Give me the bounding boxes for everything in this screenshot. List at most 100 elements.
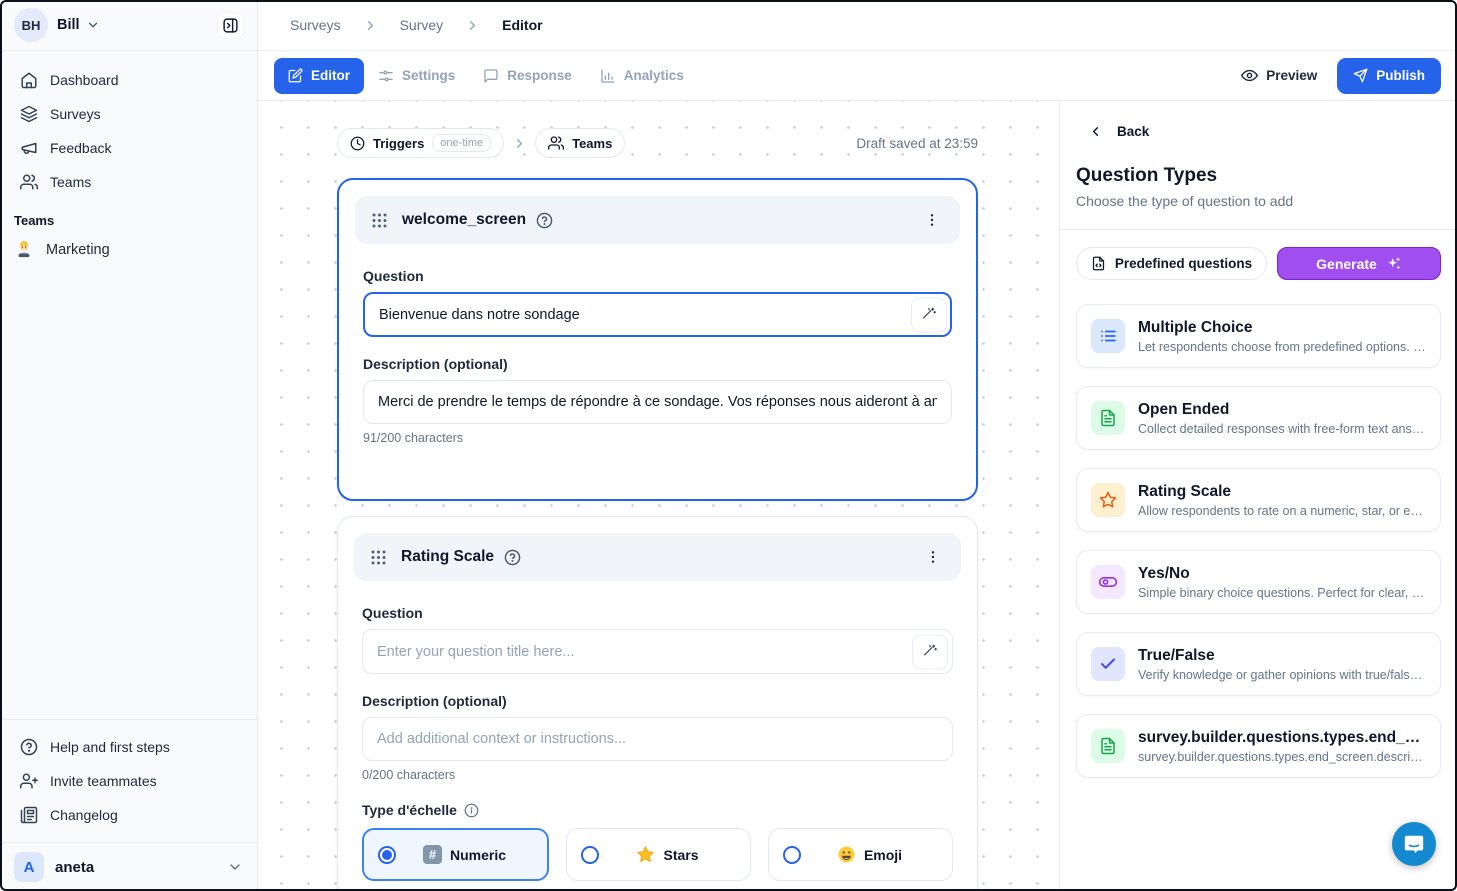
drag-handle-icon[interactable] <box>370 549 387 566</box>
kebab-menu-icon[interactable] <box>921 545 945 569</box>
question-type-rating-scale[interactable]: Rating Scale Allow respondents to rate o… <box>1076 468 1441 532</box>
editor-toolbar: Editor Settings Response Analytics Previ… <box>258 51 1457 101</box>
info-circle-icon[interactable] <box>464 803 479 818</box>
account-switcher[interactable]: A aneta <box>0 842 257 891</box>
question-type-true-false[interactable]: True/False Verify knowledge or gather op… <box>1076 632 1441 696</box>
tab-response[interactable]: Response <box>469 58 586 94</box>
scale-option-label: Numeric <box>450 847 506 863</box>
scale-type-label: Type d'échelle <box>362 802 953 818</box>
char-count: 0/200 characters <box>362 768 953 782</box>
radio-unselected[interactable] <box>581 846 599 864</box>
breadcrumb-survey[interactable]: Survey <box>400 17 444 33</box>
question-type-yes-no[interactable]: Yes/No Simple binary choice questions. P… <box>1076 550 1441 614</box>
question-label: Question <box>363 268 952 284</box>
magic-wand-icon <box>922 644 938 660</box>
teams-section-label: Teams <box>0 199 257 232</box>
chevron-down-icon <box>227 859 243 875</box>
predefined-label: Predefined questions <box>1115 256 1252 271</box>
card-title: welcome_screen <box>402 211 526 229</box>
sidebar-item-label: Teams <box>50 174 91 190</box>
description-input[interactable] <box>363 380 952 424</box>
preview-button[interactable]: Preview <box>1229 58 1329 94</box>
ai-rewrite-button[interactable] <box>911 297 947 332</box>
sidebar-item-surveys[interactable]: Surveys <box>10 97 247 131</box>
help-circle-icon <box>20 738 38 756</box>
chat-launcher-button[interactable] <box>1392 822 1436 866</box>
sidebar-item-help[interactable]: Help and first steps <box>10 730 247 764</box>
scale-option-stars[interactable]: Stars <box>566 828 751 881</box>
sidebar-item-label: Changelog <box>50 807 118 823</box>
pencil-square-icon <box>288 68 303 83</box>
radio-selected[interactable] <box>378 846 396 864</box>
tab-analytics[interactable]: Analytics <box>586 58 698 94</box>
editor-canvas[interactable]: Triggers one-time Teams Draft saved at 2… <box>258 101 1059 891</box>
question-card-rating-scale[interactable]: Rating Scale Question Description (optio… <box>337 516 978 891</box>
panel-subtitle: Choose the type of question to add <box>1060 187 1457 209</box>
drag-handle-icon[interactable] <box>371 212 388 229</box>
megaphone-icon <box>20 139 38 157</box>
star-icon <box>1091 483 1125 517</box>
scale-option-emoji[interactable]: Emoji <box>768 828 953 881</box>
radio-unselected[interactable] <box>783 846 801 864</box>
ai-rewrite-button[interactable] <box>912 634 948 669</box>
trigger-frequency-badge: one-time <box>432 134 491 152</box>
char-count: 91/200 characters <box>363 431 952 445</box>
send-icon <box>1353 68 1368 83</box>
workspace-switcher[interactable]: BH Bill <box>0 0 257 51</box>
predefined-questions-button[interactable]: Predefined questions <box>1076 247 1267 280</box>
sidebar-item-feedback[interactable]: Feedback <box>10 131 247 165</box>
sidebar-item-teams[interactable]: Teams <box>10 165 247 199</box>
help-circle-icon[interactable] <box>536 212 553 229</box>
tab-label: Settings <box>402 68 455 83</box>
scale-option-label: Emoji <box>864 847 902 863</box>
sidebar-item-label: Feedback <box>50 140 111 156</box>
account-name: aneta <box>55 859 227 876</box>
user-plus-icon <box>20 772 38 790</box>
question-type-multiple-choice[interactable]: Multiple Choice Let respondents choose f… <box>1076 304 1441 368</box>
description-input[interactable] <box>362 717 953 761</box>
scale-option-label: Stars <box>663 847 698 863</box>
bar-chart-icon <box>600 68 616 84</box>
generate-button[interactable]: Generate <box>1277 247 1441 280</box>
message-icon <box>483 68 499 84</box>
question-card-welcome-screen[interactable]: welcome_screen Question Description (opt… <box>337 178 978 501</box>
list-icon <box>1091 319 1125 353</box>
type-title: Open Ended <box>1138 401 1426 419</box>
triggers-button[interactable]: Triggers one-time <box>337 128 504 158</box>
back-button[interactable]: Back <box>1060 101 1457 139</box>
card-header[interactable]: welcome_screen <box>355 196 960 244</box>
question-type-end-screen[interactable]: survey.builder.questions.types.end_scr..… <box>1076 714 1441 778</box>
sidebar-item-dashboard[interactable]: Dashboard <box>10 63 247 97</box>
chevron-down-icon <box>86 18 100 32</box>
sidebar: BH Bill Dashboard Surveys Feedback Teams <box>0 0 258 891</box>
toggle-icon <box>1091 565 1125 599</box>
help-circle-icon[interactable] <box>504 549 521 566</box>
type-title: survey.builder.questions.types.end_scr..… <box>1138 729 1426 747</box>
preview-label: Preview <box>1266 68 1317 83</box>
tab-settings[interactable]: Settings <box>364 58 469 94</box>
type-description: Verify knowledge or gather opinions with… <box>1138 668 1426 682</box>
users-icon <box>548 135 564 151</box>
teams-button[interactable]: Teams <box>535 128 625 158</box>
kebab-menu-icon[interactable] <box>920 208 944 232</box>
sidebar-item-label: Invite teammates <box>50 773 157 789</box>
tab-editor[interactable]: Editor <box>274 58 364 94</box>
publish-button[interactable]: Publish <box>1337 58 1441 94</box>
question-input[interactable] <box>363 292 952 337</box>
scale-option-numeric[interactable]: # Numeric <box>362 828 549 881</box>
file-code-icon <box>1091 256 1106 271</box>
question-type-open-ended[interactable]: Open Ended Collect detailed responses wi… <box>1076 386 1441 450</box>
type-title: True/False <box>1138 647 1426 665</box>
sidebar-item-marketing[interactable]: Marketing <box>0 232 257 268</box>
sidebar-collapse-button[interactable] <box>217 12 244 39</box>
breadcrumb-surveys[interactable]: Surveys <box>290 17 341 33</box>
home-icon <box>20 71 38 89</box>
card-header[interactable]: Rating Scale <box>354 533 961 581</box>
sidebar-item-invite[interactable]: Invite teammates <box>10 764 247 798</box>
sidebar-item-changelog[interactable]: Changelog <box>10 798 247 832</box>
triggers-label: Triggers <box>373 136 424 151</box>
layers-icon <box>20 105 38 123</box>
type-description: Simple binary choice questions. Perfect … <box>1138 586 1426 600</box>
hash-keycap-icon: # <box>423 845 442 864</box>
question-input[interactable] <box>362 629 953 674</box>
